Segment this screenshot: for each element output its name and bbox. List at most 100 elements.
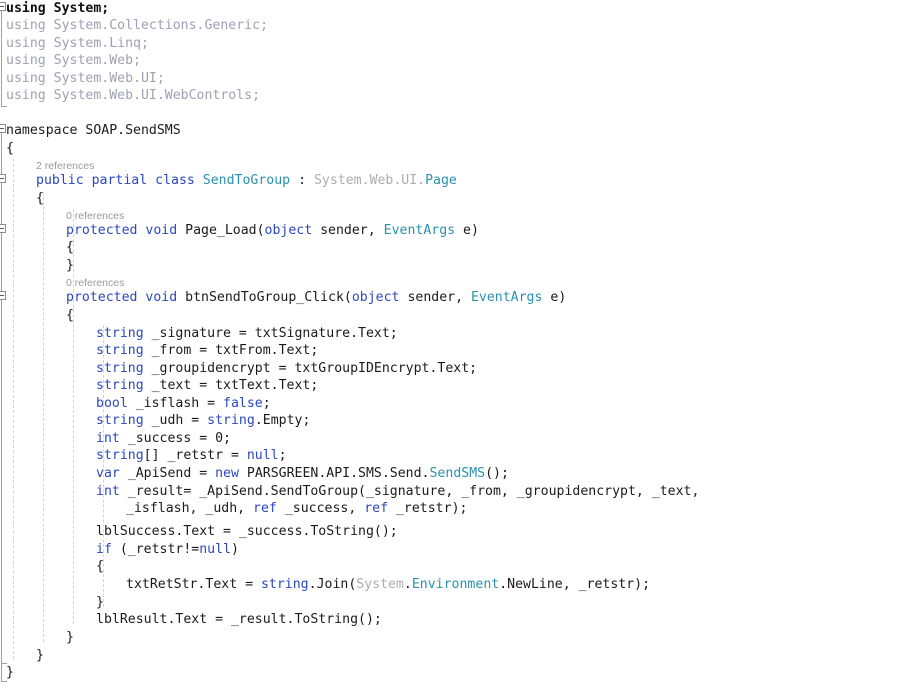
- code-token: btnSendToGroup_Click(: [177, 290, 352, 305]
- code-token: protected: [66, 290, 138, 305]
- code-line[interactable]: protected void btnSendToGroup_Click(obje…: [66, 289, 566, 306]
- code-line[interactable]: string[] _retstr = null;: [96, 447, 287, 464]
- code-line[interactable]: string _signature = txtSignature.Text;: [96, 325, 398, 342]
- code-token: object: [264, 223, 313, 238]
- code-line[interactable]: {: [66, 307, 74, 324]
- code-line[interactable]: if (_retstr!=null): [96, 541, 239, 558]
- code-token: null: [246, 448, 279, 463]
- code-token: System.Web.UI.: [313, 173, 426, 188]
- code-token: _signature = txtSignature.Text;: [143, 326, 398, 341]
- code-token: {: [6, 141, 14, 156]
- code-token: {: [66, 240, 74, 255]
- codelens-references-link[interactable]: 0 references: [66, 209, 124, 223]
- code-token: string: [96, 448, 144, 463]
- code-token: {: [96, 559, 104, 574]
- code-line[interactable]: lblSuccess.Text = _success.ToString();: [96, 523, 398, 540]
- code-line[interactable]: }: [66, 629, 74, 646]
- code-token: _result= _ApiSend.SendToGroup(_signature…: [119, 484, 700, 499]
- code-token: .NewLine, _retstr);: [499, 577, 651, 592]
- code-token: e): [455, 223, 479, 238]
- code-token: Page: [425, 173, 457, 188]
- codelens-references-link[interactable]: 2 references: [36, 159, 94, 173]
- code-token: _text = txtText.Text;: [143, 378, 319, 393]
- code-token: System: [53, 1, 102, 16]
- code-line[interactable]: using System;: [6, 0, 109, 17]
- code-token: using System.Linq;: [6, 36, 149, 51]
- code-line[interactable]: int _result= _ApiSend.SendToGroup(_signa…: [96, 483, 699, 500]
- code-token: _groupidencrypt = txtGroupIDEncrypt.Text…: [143, 361, 478, 376]
- code-token: Page_Load(: [177, 223, 265, 238]
- code-token: int: [96, 484, 120, 499]
- code-line[interactable]: bool _isflash = false;: [96, 395, 271, 412]
- code-line[interactable]: {: [6, 140, 14, 157]
- code-token: string: [96, 361, 144, 376]
- code-line[interactable]: using System.Linq;: [6, 35, 149, 52]
- code-line[interactable]: namespace SOAP.SendSMS: [6, 122, 181, 139]
- code-token: _from = txtFrom.Text;: [143, 343, 319, 358]
- code-line[interactable]: using System.Collections.Generic;: [6, 17, 268, 34]
- code-token: using System.Web;: [6, 53, 141, 68]
- code-token: string: [260, 577, 309, 592]
- code-line[interactable]: }: [66, 257, 74, 274]
- code-token: ref: [253, 501, 277, 516]
- code-line[interactable]: _isflash, _udh, ref _success, ref _retst…: [126, 500, 467, 517]
- code-token: string: [96, 413, 144, 428]
- code-token: .: [403, 577, 412, 592]
- code-token: void: [145, 223, 178, 238]
- code-token: ;: [101, 1, 110, 16]
- code-line[interactable]: lblResult.Text = _result.ToString();: [96, 611, 382, 628]
- code-token: bool: [96, 396, 128, 411]
- code-token: if: [96, 542, 112, 557]
- code-line[interactable]: {: [96, 558, 104, 575]
- code-line[interactable]: }: [6, 664, 14, 681]
- code-text-layer[interactable]: 2 references 0 references 0 references usin…: [0, 0, 912, 698]
- code-token: string: [96, 378, 144, 393]
- code-token: public: [36, 173, 84, 188]
- code-token: .Join(: [308, 577, 357, 592]
- code-token: string: [96, 343, 144, 358]
- code-line[interactable]: int _success = 0;: [96, 430, 231, 447]
- indent-guide: [13, 159, 14, 659]
- code-line[interactable]: using System.Web;: [6, 52, 141, 69]
- code-line[interactable]: protected void Page_Load(object sender, …: [66, 222, 479, 239]
- codelens-references-link[interactable]: 0 references: [66, 276, 124, 290]
- code-line[interactable]: string _from = txtFrom.Text;: [96, 342, 318, 359]
- code-token: _success = 0;: [119, 431, 231, 446]
- indent-guide: [43, 192, 44, 642]
- code-token: ref: [364, 501, 389, 516]
- code-line[interactable]: }: [96, 594, 104, 611]
- code-line[interactable]: string _groupidencrypt = txtGroupIDEncry…: [96, 360, 477, 377]
- code-token: ();: [485, 466, 509, 481]
- code-token: SendToGroup: [202, 173, 291, 188]
- code-token: ): [231, 542, 239, 557]
- code-line[interactable]: public partial class SendToGroup : Syste…: [36, 172, 457, 189]
- code-token: using System.Collections.Generic;: [6, 18, 269, 33]
- code-token: _success,: [276, 501, 365, 516]
- code-token: _retstr);: [388, 501, 468, 516]
- code-token: }: [96, 595, 104, 610]
- code-token: SOAP.SendSMS: [77, 123, 181, 138]
- code-token: .Empty;: [254, 413, 311, 428]
- code-line[interactable]: {: [36, 190, 44, 207]
- code-line[interactable]: {: [66, 239, 74, 256]
- code-line[interactable]: txtRetStr.Text = string.Join(System.Envi…: [126, 576, 650, 593]
- code-token: e): [542, 290, 567, 305]
- code-line[interactable]: using System.Web.UI.WebControls;: [6, 87, 260, 104]
- code-line[interactable]: using System.Web.UI;: [6, 70, 165, 87]
- code-token: }: [36, 648, 44, 663]
- code-line[interactable]: }: [36, 647, 44, 664]
- code-editor-surface[interactable]: 2 references 0 references 0 references usin…: [0, 0, 912, 698]
- code-token: }: [6, 665, 14, 680]
- code-line[interactable]: var _ApiSend = new PARSGREEN.API.SMS.Sen…: [96, 465, 509, 482]
- code-token: (_retstr!=: [111, 542, 200, 557]
- code-token: [] _retstr =: [143, 448, 247, 463]
- code-token: new: [215, 466, 239, 481]
- code-token: {: [66, 308, 74, 323]
- code-line[interactable]: string _udh = string.Empty;: [96, 412, 310, 429]
- code-token: lblSuccess.Text = _success.ToString();: [96, 524, 398, 539]
- code-line[interactable]: string _text = txtText.Text;: [96, 377, 318, 394]
- code-token: EventArgs: [470, 290, 543, 305]
- code-token: EventArgs: [383, 223, 456, 238]
